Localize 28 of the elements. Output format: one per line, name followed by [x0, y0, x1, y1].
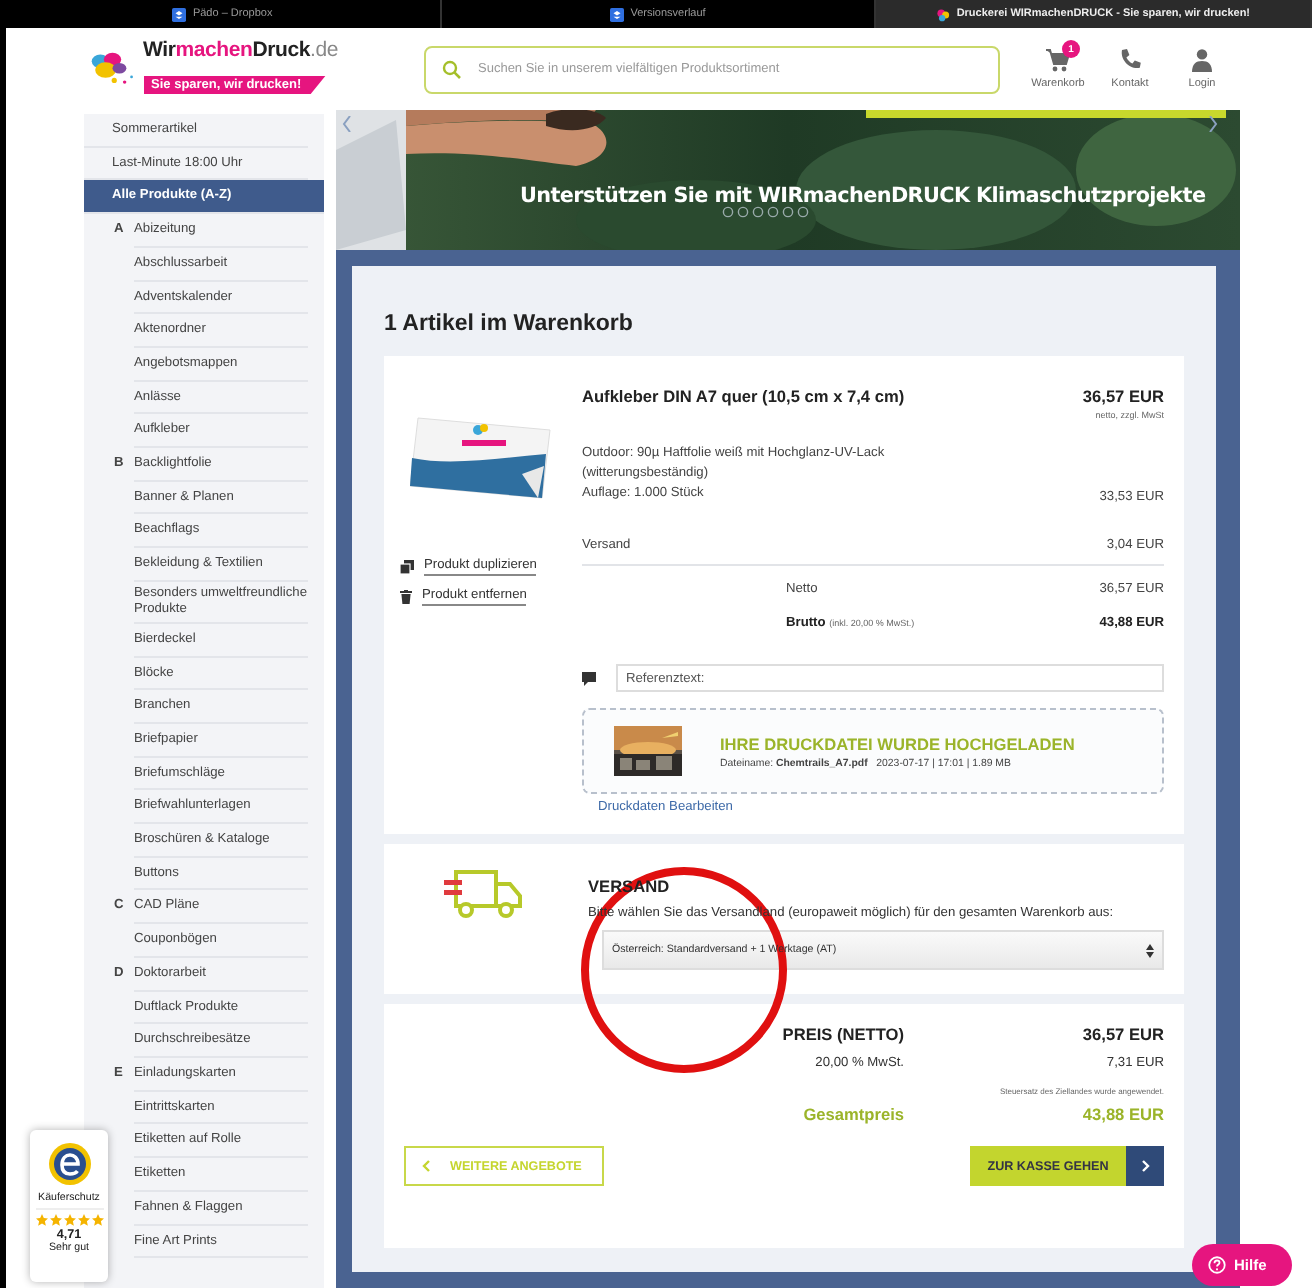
trash-icon [400, 590, 412, 604]
select-arrows-icon [1146, 943, 1154, 957]
comment-icon [582, 671, 596, 685]
carousel-dots[interactable] [722, 206, 810, 218]
box-icon [610, 7, 625, 21]
chevron-right-icon [1141, 1160, 1149, 1172]
seal-icon [47, 1142, 91, 1186]
box-icon [172, 7, 187, 21]
cart-icon [1046, 48, 1070, 72]
banner-caption: Unterstützen Sie mit WIRmachenDRUCK Klimaschutzprojekte [520, 184, 1206, 208]
total-value: 43,88 EUR [1080, 1104, 1164, 1124]
user-icon [1190, 48, 1214, 72]
phone-icon [1118, 48, 1142, 72]
logo-wordmark: WirmachenDruck.de [143, 40, 338, 62]
chevron-left-icon [422, 1160, 430, 1172]
chevron-right-icon[interactable] [1208, 116, 1218, 132]
help-icon [1208, 1256, 1226, 1274]
total-label: Gesamtpreis [801, 1104, 904, 1124]
upload-title: IHRE DRUCKDATEI WURDE HOCHGELADEN [720, 733, 1075, 753]
cart-heading: 1 Artikel im Warenkorb [384, 310, 635, 338]
search-icon [442, 59, 462, 79]
net-total-label: PREIS (NETTO) [780, 1024, 904, 1044]
copy-icon [400, 560, 414, 574]
delivery-truck-icon [444, 868, 524, 922]
product-name: Aufkleber DIN A7 quer (10,5 cm x 7,4 cm) [582, 386, 905, 406]
net-total-value: 36,57 EUR [1080, 1024, 1164, 1044]
site-logo-icon [936, 7, 951, 21]
product-price: 36,57 EUR [1082, 386, 1164, 406]
